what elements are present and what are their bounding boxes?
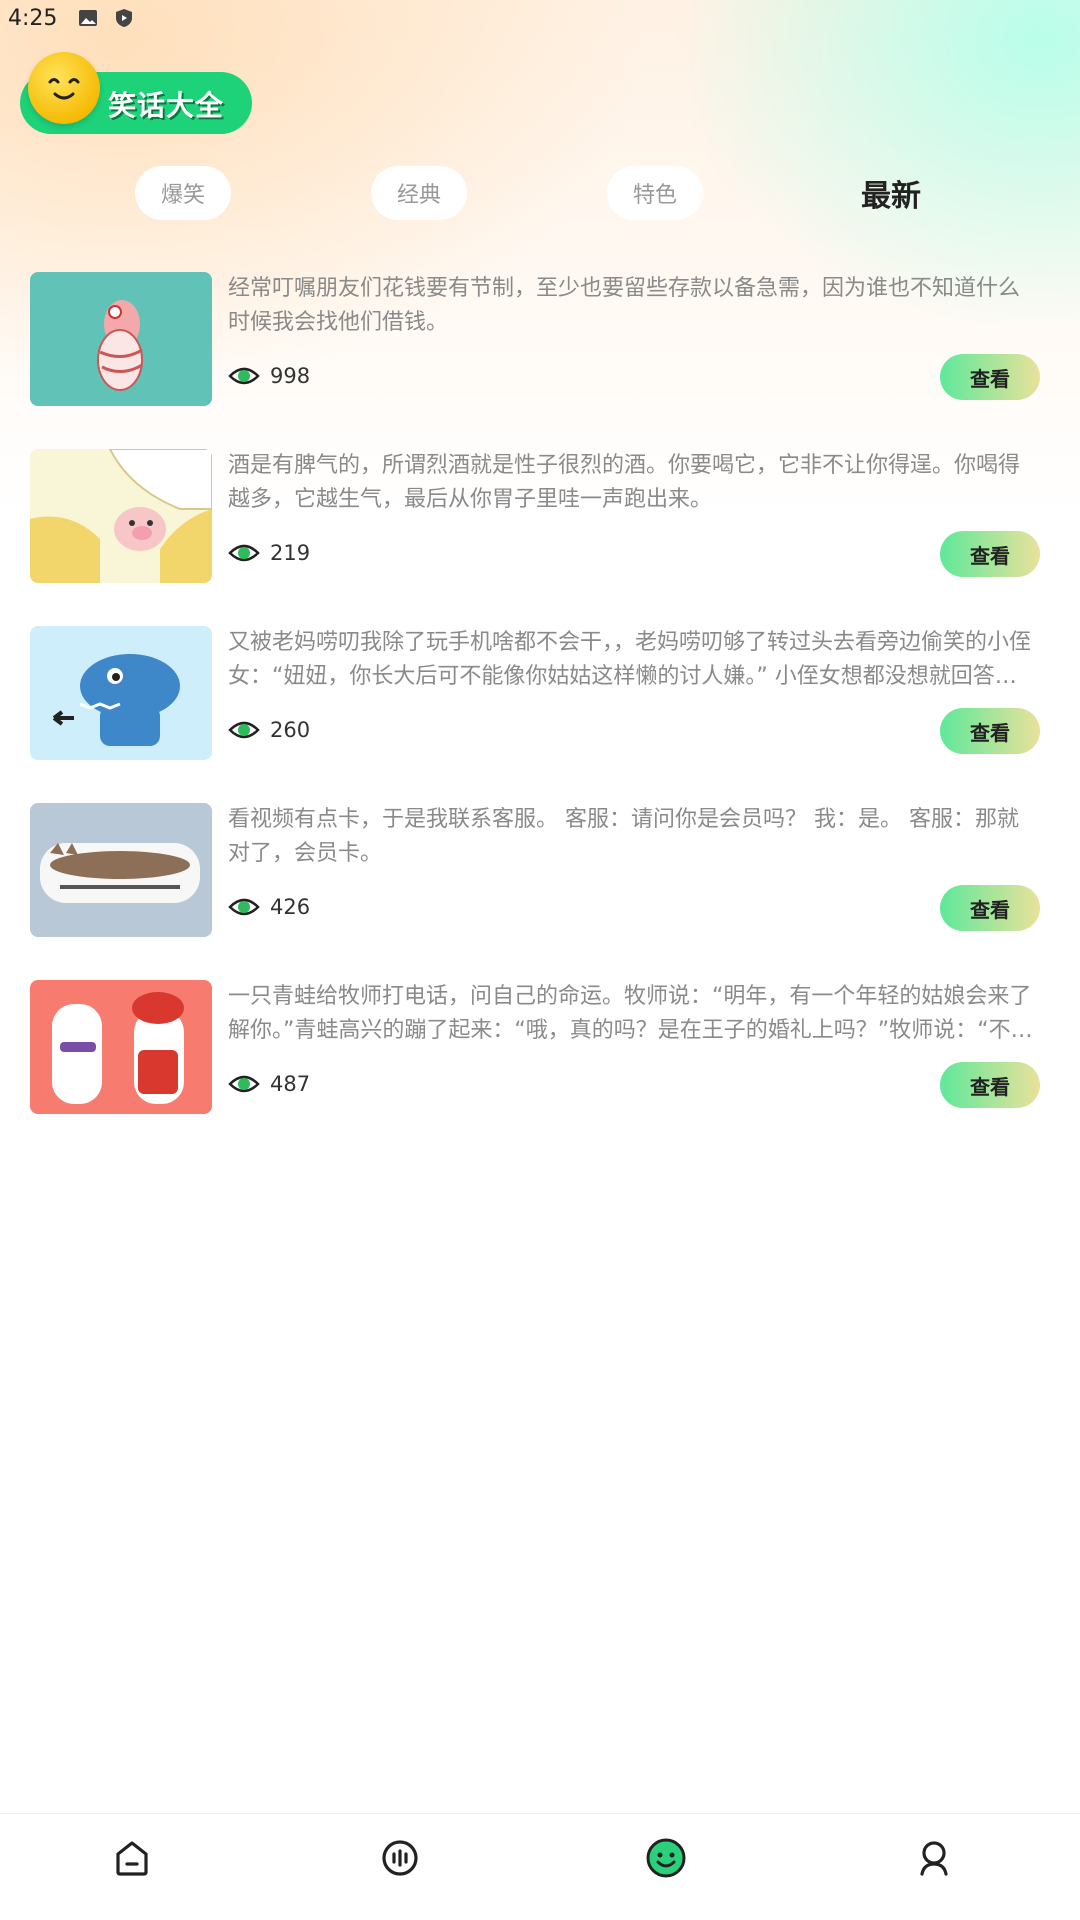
status-bar: 4:25: [0, 0, 1080, 36]
list-item[interactable]: 经常叮嘱朋友们花钱要有节制，至少也要留些存款以备急需，因为谁也不知道什么时候我会…: [30, 272, 1040, 406]
joke-thumbnail: [30, 803, 212, 937]
app-logo: 笑话大全: [20, 52, 252, 138]
joke-text: 一只青蛙给牧师打电话，问自己的命运。牧师说：“明年，有一个年轻的姑娘会来了解你。…: [228, 984, 1033, 1043]
view-count-value: 219: [270, 541, 311, 565]
view-button[interactable]: 查看: [940, 1062, 1040, 1108]
view-count-value: 426: [270, 895, 311, 919]
eye-icon: [228, 1075, 260, 1093]
nav-profile[interactable]: [910, 1834, 958, 1882]
eye-icon: [228, 367, 260, 385]
nav-audio[interactable]: [376, 1834, 424, 1882]
list-item[interactable]: 酒是有脾气的，所谓烈酒就是性子很烈的酒。你要喝它，它非不让你得逞。你喝得越多，它…: [30, 449, 1040, 583]
tab-baoxiao[interactable]: 爆笑: [135, 166, 231, 220]
shield-icon: [116, 9, 133, 27]
eye-icon: [228, 721, 260, 739]
smile-icon: [646, 1838, 686, 1878]
joke-text: 经常叮嘱朋友们花钱要有节制，至少也要留些存款以备急需，因为谁也不知道什么时候我会…: [228, 276, 1021, 335]
joke-text: 又被老妈唠叨我除了玩手机啥都不会干，，老妈唠叨够了转过头去看旁边偷笑的小侄女：“…: [228, 630, 1032, 689]
joke-thumbnail: [30, 449, 212, 583]
view-button[interactable]: 查看: [940, 885, 1040, 931]
view-button[interactable]: 查看: [940, 531, 1040, 577]
bottom-nav: [0, 1813, 1080, 1920]
view-button[interactable]: 查看: [940, 354, 1040, 400]
view-count: 998: [228, 364, 310, 388]
view-count: 219: [228, 541, 310, 565]
joke-text: 看视频有点卡，于是我联系客服。 客服：请问你是会员吗？ 我：是。 客服：那就对了…: [228, 807, 1019, 866]
joke-text: 酒是有脾气的，所谓烈酒就是性子很烈的酒。你要喝它，它非不让你得逞。你喝得越多，它…: [228, 453, 1021, 512]
profile-icon: [920, 1841, 948, 1876]
view-count-value: 260: [270, 718, 311, 742]
tab-tese[interactable]: 特色: [607, 166, 703, 220]
category-tabs: 爆笑 经典 特色 最新: [0, 166, 1080, 222]
view-count: 426: [228, 895, 310, 919]
home-icon: [116, 1841, 148, 1876]
audio-icon: [382, 1840, 418, 1876]
view-count-value: 487: [270, 1072, 311, 1096]
nav-home[interactable]: [108, 1834, 156, 1882]
joke-thumbnail: [30, 626, 212, 760]
status-time: 4:25: [8, 5, 58, 31]
nav-jokes[interactable]: [642, 1834, 690, 1882]
image-icon: [79, 10, 98, 26]
joke-thumbnail: [30, 980, 212, 1114]
tab-zuixin[interactable]: 最新: [843, 166, 939, 220]
eye-icon: [228, 544, 260, 562]
list-item[interactable]: 看视频有点卡，于是我联系客服。 客服：请问你是会员吗？ 我：是。 客服：那就对了…: [30, 803, 1040, 937]
view-count: 260: [228, 718, 310, 742]
joke-thumbnail: [30, 272, 212, 406]
list-item[interactable]: 一只青蛙给牧师打电话，问自己的命运。牧师说：“明年，有一个年轻的姑娘会来了解你。…: [30, 980, 1040, 1114]
list-item[interactable]: 又被老妈唠叨我除了玩手机啥都不会干，，老妈唠叨够了转过头去看旁边偷笑的小侄女：“…: [30, 626, 1040, 760]
app-title: 笑话大全: [108, 89, 225, 122]
smiley-logo-icon: [28, 52, 100, 124]
eye-icon: [228, 898, 260, 916]
view-count-value: 998: [270, 364, 311, 388]
view-count: 487: [228, 1072, 310, 1096]
view-button[interactable]: 查看: [940, 708, 1040, 754]
tab-jingdian[interactable]: 经典: [371, 166, 467, 220]
